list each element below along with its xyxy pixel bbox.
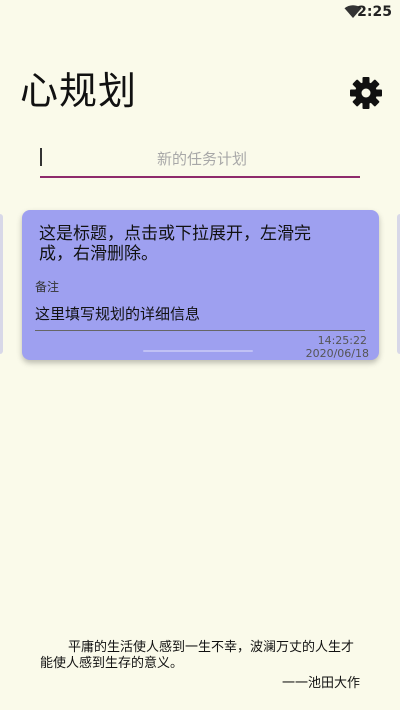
task-card[interactable]: 这是标题，点击或下拉展开，左滑完成，右滑删除。 备注 这里填写规划的详细信息 1… <box>22 210 379 360</box>
note-underline <box>35 330 365 331</box>
note-label: 备注 <box>35 280 60 294</box>
note-text[interactable]: 这里填写规划的详细信息 <box>35 303 200 324</box>
new-task-field[interactable] <box>40 144 364 178</box>
task-title: 这是标题，点击或下拉展开，左滑完成，右滑删除。 <box>39 224 311 264</box>
quote-author: 一一池田大作 <box>281 676 360 691</box>
drag-handle[interactable] <box>143 350 253 352</box>
app-title: 心规划 <box>20 69 138 113</box>
quote-text: 平庸的生活使人感到一生不幸，波澜万丈的人生才能使人感到生存的意义。 <box>40 640 355 671</box>
task-date: 2020/06/18 <box>305 347 369 360</box>
status-bar: 2:25 <box>0 0 400 24</box>
gear-icon[interactable] <box>349 76 383 110</box>
status-time: 2:25 <box>357 4 392 20</box>
new-task-input[interactable] <box>40 144 364 174</box>
task-time: 14:25:22 <box>317 334 367 347</box>
adjacent-card-edge-left <box>0 214 3 354</box>
